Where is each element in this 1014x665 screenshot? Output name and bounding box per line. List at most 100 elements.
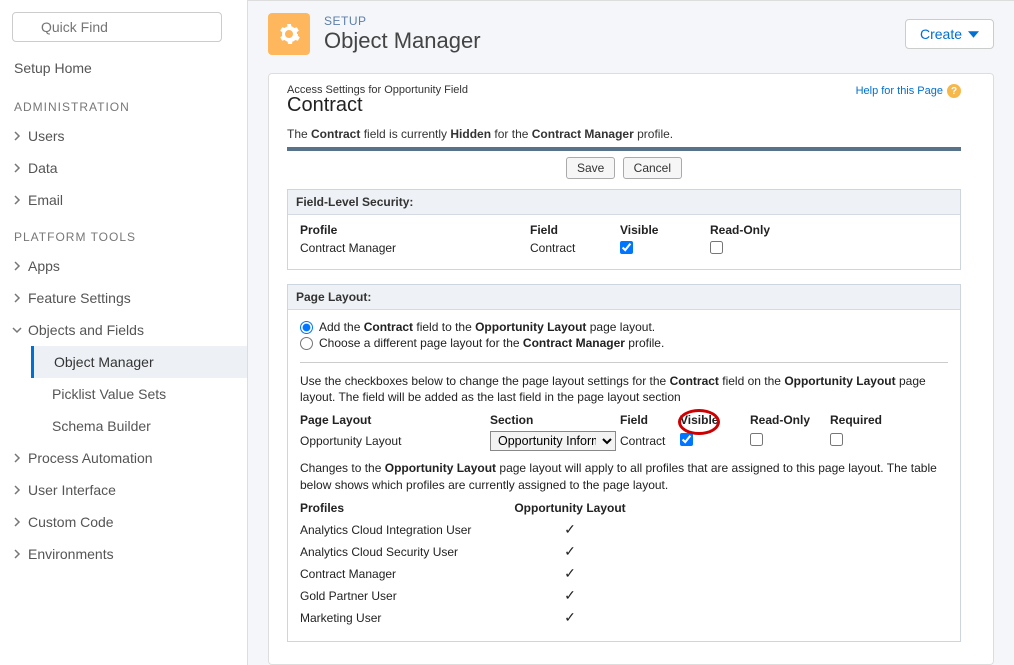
profile-assigned-check: ✓: [500, 521, 640, 538]
help-link[interactable]: Help for this Page: [856, 85, 943, 97]
nav-custom-code[interactable]: Custom Code: [0, 506, 247, 538]
quickfind-input[interactable]: [12, 12, 222, 42]
nav-item-label: Users: [28, 128, 65, 144]
nav-email[interactable]: Email: [0, 184, 247, 216]
nav-feature-settings[interactable]: Feature Settings: [0, 282, 247, 314]
nav-environments[interactable]: Environments: [0, 538, 247, 570]
sidebar: Setup Home ADMINISTRATION Users Data Ema…: [0, 0, 248, 665]
pl-visible-checkbox[interactable]: [680, 433, 693, 446]
nav-item-label: Custom Code: [28, 514, 114, 530]
radio-choose-layout[interactable]: Choose a different page layout for the C…: [300, 336, 948, 350]
fls-section-title: Field-Level Security:: [288, 190, 960, 215]
nav-apps[interactable]: Apps: [0, 250, 247, 282]
fls-col-visible: Visible: [620, 223, 710, 237]
nav-item-label: Objects and Fields: [28, 322, 144, 338]
nav-item-label: Environments: [28, 546, 114, 562]
profile-assigned-check: ✓: [500, 565, 640, 582]
chevron-right-icon: [12, 131, 22, 141]
profile-assigned-check: ✓: [500, 543, 640, 560]
nav-item-label: Data: [28, 160, 58, 176]
nav-user-interface[interactable]: User Interface: [0, 474, 247, 506]
profile-name: Analytics Cloud Security User: [300, 545, 500, 559]
pl-col-readonly: Read-Only: [750, 413, 830, 427]
pl-note1: Use the checkboxes below to change the p…: [300, 373, 948, 405]
nav-item-label: Email: [28, 192, 63, 208]
nav-setup-home[interactable]: Setup Home: [0, 50, 247, 86]
main: SETUP Object Manager Create Access Setti…: [248, 0, 1014, 665]
radio-add-field-input[interactable]: [300, 321, 313, 334]
profile-row: Analytics Cloud Security User✓: [300, 541, 948, 563]
nav-item-label: Picklist Value Sets: [52, 386, 166, 402]
fls-col-profile: Profile: [300, 223, 530, 237]
header-title: Object Manager: [324, 28, 481, 54]
header-eyebrow: SETUP: [324, 14, 481, 28]
nav-item-label: Object Manager: [54, 354, 154, 370]
pl-col-section: Section: [490, 413, 620, 427]
fls-readonly-checkbox[interactable]: [710, 241, 723, 254]
fls-col-readonly: Read-Only: [710, 223, 800, 237]
chevron-right-icon: [12, 293, 22, 303]
chevron-down-icon: [12, 325, 22, 335]
profile-row: Analytics Cloud Integration User✓: [300, 519, 948, 541]
radio-add-field[interactable]: Add the Contract field to the Opportunit…: [300, 320, 948, 334]
chevron-right-icon: [12, 163, 22, 173]
chevron-right-icon: [12, 195, 22, 205]
nav-item-label: Feature Settings: [28, 290, 131, 306]
prof-col-layout: Opportunity Layout: [500, 501, 640, 515]
fls-field-value: Contract: [530, 241, 620, 257]
pl-col-visible: Visible: [680, 413, 750, 427]
nav-item-label: User Interface: [28, 482, 116, 498]
nav-item-label: Schema Builder: [52, 418, 151, 434]
pl-col-required: Required: [830, 413, 910, 427]
profile-name: Gold Partner User: [300, 589, 500, 603]
radio-choose-layout-input[interactable]: [300, 337, 313, 350]
pl-field-value: Contract: [620, 434, 680, 448]
create-button-label: Create: [920, 26, 962, 42]
gear-icon: [268, 13, 310, 55]
chevron-right-icon: [12, 261, 22, 271]
page-layout-section: Page Layout: Add the Contract field to t…: [287, 284, 961, 642]
triangle-down-icon: [968, 29, 979, 40]
status-line: The Contract field is currently Hidden f…: [287, 127, 961, 141]
profile-row: Contract Manager✓: [300, 563, 948, 585]
chevron-right-icon: [12, 453, 22, 463]
nav-object-manager[interactable]: Object Manager: [31, 346, 247, 378]
profile-name: Contract Manager: [300, 567, 500, 581]
save-button[interactable]: Save: [566, 157, 615, 179]
pl-col-layout: Page Layout: [300, 413, 490, 427]
pl-readonly-checkbox[interactable]: [750, 433, 763, 446]
chevron-right-icon: [12, 549, 22, 559]
profile-name: Analytics Cloud Integration User: [300, 523, 500, 537]
profile-name: Marketing User: [300, 611, 500, 625]
help-icon[interactable]: ?: [947, 84, 961, 98]
section-select[interactable]: Opportunity Information: [490, 431, 616, 451]
nav-section-admin: ADMINISTRATION: [0, 86, 247, 120]
profile-row: Marketing User✓: [300, 607, 948, 629]
nav-item-label: Process Automation: [28, 450, 153, 466]
fls-col-field: Field: [530, 223, 620, 237]
page-title: Contract: [287, 94, 468, 117]
nav-users[interactable]: Users: [0, 120, 247, 152]
pl-required-checkbox[interactable]: [830, 433, 843, 446]
nav-item-label: Apps: [28, 258, 60, 274]
nav-data[interactable]: Data: [0, 152, 247, 184]
nav-objects-and-fields[interactable]: Objects and Fields: [0, 314, 247, 346]
cancel-button[interactable]: Cancel: [623, 157, 682, 179]
chevron-right-icon: [12, 485, 22, 495]
nav-schema-builder[interactable]: Schema Builder: [32, 410, 247, 442]
pl-col-field: Field: [620, 413, 680, 427]
chevron-right-icon: [12, 517, 22, 527]
nav-picklist-value-sets[interactable]: Picklist Value Sets: [32, 378, 247, 410]
nav-process-automation[interactable]: Process Automation: [0, 442, 247, 474]
content-panel[interactable]: Access Settings for Opportunity Field Co…: [268, 73, 994, 665]
profile-row: Gold Partner User✓: [300, 585, 948, 607]
main-header: SETUP Object Manager Create: [248, 1, 1014, 67]
page-layout-title: Page Layout:: [288, 285, 960, 310]
divider: [300, 362, 948, 363]
create-button[interactable]: Create: [905, 19, 994, 49]
profile-assigned-check: ✓: [500, 587, 640, 604]
fls-visible-checkbox[interactable]: [620, 241, 633, 254]
divider: [287, 147, 961, 151]
prof-col-profiles: Profiles: [300, 501, 500, 515]
fls-section: Field-Level Security: Profile Field Visi…: [287, 189, 961, 270]
